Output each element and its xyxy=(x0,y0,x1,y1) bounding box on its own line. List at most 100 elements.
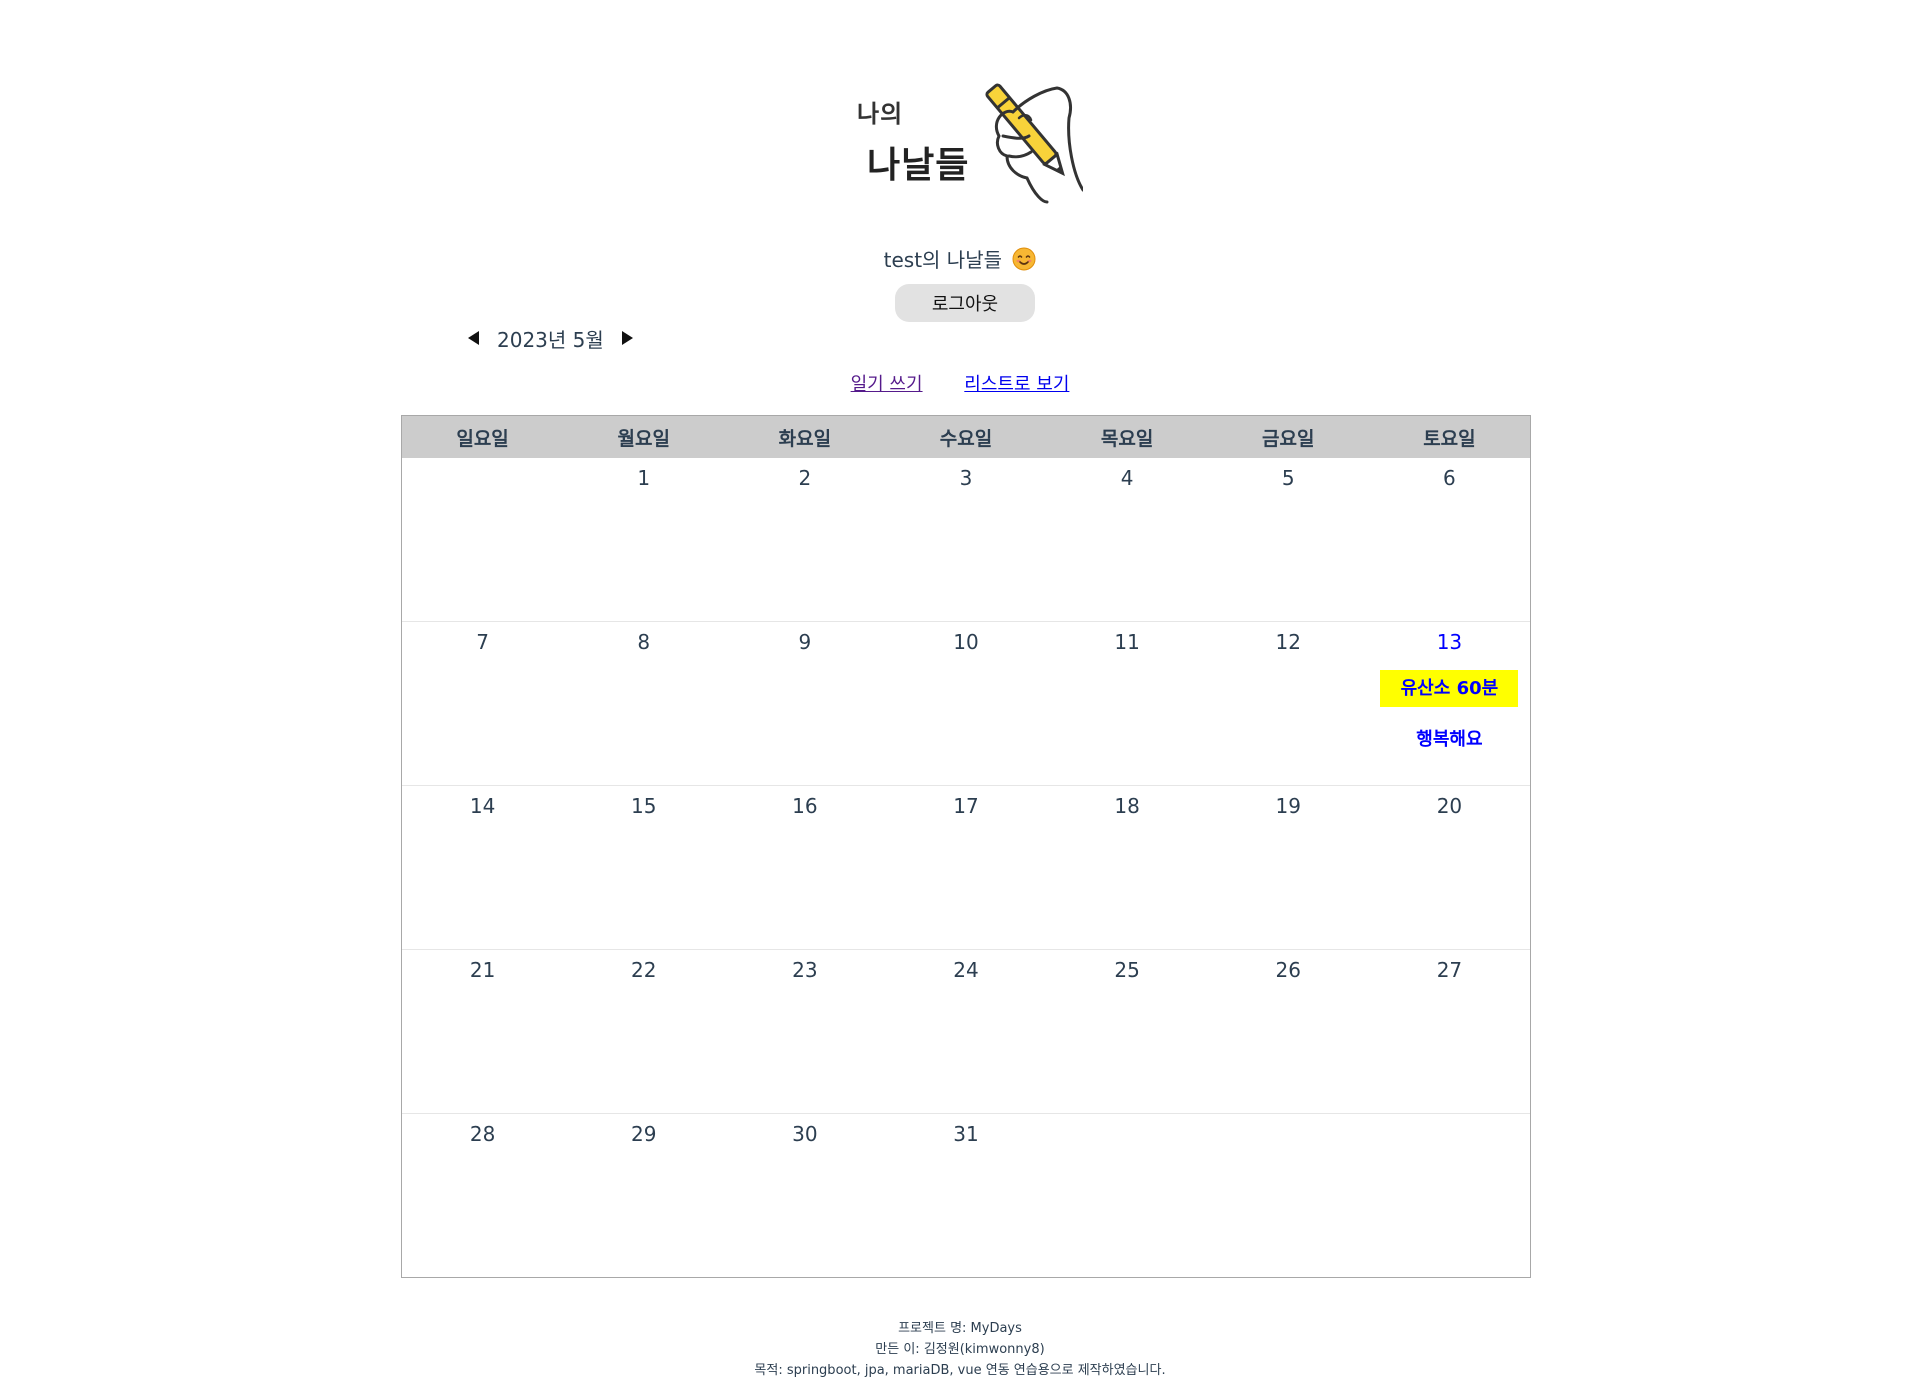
calendar-day-cell[interactable]: 27 xyxy=(1369,950,1530,1113)
month-navigation: 2023년 5월 xyxy=(468,322,633,354)
calendar-day-cell[interactable]: 11 xyxy=(1047,622,1208,785)
view-links: 일기 쓰기 리스트로 보기 xyxy=(0,370,1920,396)
calendar-day-cell[interactable]: 4 xyxy=(1047,458,1208,621)
calendar-day-cell[interactable]: 26 xyxy=(1208,950,1369,1113)
weekday-monday: 월요일 xyxy=(617,427,670,450)
calendar-week: 21 22 23 24 25 26 27 xyxy=(402,950,1530,1114)
day-number: 27 xyxy=(1436,958,1463,982)
footer-project-name: 프로젝트 명: MyDays xyxy=(898,1321,1022,1336)
day-number: 31 xyxy=(953,1122,979,1146)
day-number: 26 xyxy=(1275,958,1301,982)
weekday-friday: 금요일 xyxy=(1262,427,1315,450)
day-number: 10 xyxy=(953,630,979,654)
current-month-label: 2023년 5월 xyxy=(497,327,604,352)
day-number: 9 xyxy=(798,630,812,654)
calendar-day-cell[interactable]: 10 xyxy=(885,622,1046,785)
calendar-day-cell[interactable]: 8 xyxy=(563,622,724,785)
day-number: 21 xyxy=(469,958,496,982)
list-view-link[interactable]: 리스트로 보기 xyxy=(964,370,1069,396)
calendar-day-cell xyxy=(1208,1114,1369,1277)
calendar-day-cell[interactable]: 2 xyxy=(724,458,885,621)
hand-writing-pencil-icon xyxy=(985,83,1083,204)
day-number: 2 xyxy=(798,466,812,490)
day-number: 11 xyxy=(1114,630,1140,654)
triangle-left-icon[interactable] xyxy=(468,331,479,345)
app-logo: 나의 나날들 xyxy=(855,78,1085,208)
calendar-day-cell[interactable]: 20 xyxy=(1369,786,1530,949)
calendar-day-cell[interactable]: 3 xyxy=(885,458,1046,621)
calendar-day-cell[interactable]: 29 xyxy=(563,1114,724,1277)
calendar-day-cell[interactable]: 15 xyxy=(563,786,724,949)
day-number xyxy=(402,466,563,490)
calendar-week: 14 15 16 17 18 19 20 xyxy=(402,786,1530,950)
write-diary-link[interactable]: 일기 쓰기 xyxy=(851,370,923,396)
triangle-right-icon[interactable] xyxy=(621,331,633,345)
day-number: 3 xyxy=(959,466,973,490)
greeting-text: test의 나날들 xyxy=(883,248,1002,272)
calendar: 일요일 월요일 화요일 수요일 목요일 금요일 토요일 1 2 3 4 5 6 … xyxy=(401,415,1531,1278)
day-number: 6 xyxy=(1443,466,1456,490)
calendar-day-cell[interactable]: 16 xyxy=(724,786,885,949)
calendar-day-cell[interactable]: 14 xyxy=(402,786,563,949)
day-number: 30 xyxy=(792,1122,818,1146)
weekday-thursday: 목요일 xyxy=(1100,427,1154,450)
calendar-day-cell[interactable]: 24 xyxy=(885,950,1046,1113)
page: 나의 나날들 test의 나날들 로그아웃 2023년 5월 일기 쓰기 리스트… xyxy=(0,0,1920,1398)
day-number: 15 xyxy=(630,794,657,818)
day-number: 20 xyxy=(1436,794,1463,818)
calendar-day-cell[interactable]: 22 xyxy=(563,950,724,1113)
day-number xyxy=(1047,1122,1208,1146)
day-number: 18 xyxy=(1114,794,1140,818)
calendar-day-cell[interactable]: 9 xyxy=(724,622,885,785)
day-number: 23 xyxy=(792,958,818,982)
day-number: 5 xyxy=(1281,466,1295,490)
calendar-day-cell[interactable]: 28 xyxy=(402,1114,563,1277)
calendar-day-cell[interactable]: 31 xyxy=(885,1114,1046,1277)
footer: 프로젝트 명: MyDays 만든 이: 김정원(kimwonny8) 목적: … xyxy=(0,1318,1920,1381)
calendar-day-cell[interactable]: 6 xyxy=(1369,458,1530,621)
calendar-week: 28 29 30 31 xyxy=(402,1114,1530,1277)
calendar-day-cell[interactable]: 12 xyxy=(1208,622,1369,785)
day-number: 12 xyxy=(1275,630,1301,654)
calendar-day-cell[interactable]: 17 xyxy=(885,786,1046,949)
footer-author: 만든 이: 김정원(kimwonny8) xyxy=(875,1342,1045,1357)
calendar-day-cell[interactable]: 23 xyxy=(724,950,885,1113)
day-number: 24 xyxy=(953,958,979,982)
day-number: 4 xyxy=(1120,466,1134,490)
logout-button[interactable]: 로그아웃 xyxy=(895,284,1035,322)
calendar-week: 7 8 9 10 11 12 13 유산소 60분 행복해요 xyxy=(402,622,1530,786)
exercise-badge[interactable]: 유산소 60분 xyxy=(1380,670,1519,707)
weekday-wednesday: 수요일 xyxy=(939,427,993,450)
calendar-day-cell[interactable]: 18 xyxy=(1047,786,1208,949)
weekday-tuesday: 화요일 xyxy=(778,427,832,450)
calendar-day-cell[interactable]: 21 xyxy=(402,950,563,1113)
calendar-header: 일요일 월요일 화요일 수요일 목요일 금요일 토요일 xyxy=(402,416,1530,458)
footer-purpose: 목적: springboot, jpa, mariaDB, vue 연동 연습용… xyxy=(754,1363,1166,1378)
diary-entry-text[interactable]: 행복해요 xyxy=(1369,725,1530,751)
smiling-face-emoji-icon xyxy=(1012,247,1036,271)
day-number: 28 xyxy=(469,1122,496,1146)
calendar-day-cell[interactable]: 7 xyxy=(402,622,563,785)
day-number: 14 xyxy=(469,794,496,818)
weekday-saturday: 토요일 xyxy=(1423,427,1476,450)
day-number: 22 xyxy=(630,958,657,982)
day-number: 19 xyxy=(1275,794,1301,818)
day-number: 29 xyxy=(630,1122,657,1146)
calendar-day-cell[interactable]: 19 xyxy=(1208,786,1369,949)
calendar-day-cell xyxy=(402,458,563,621)
calendar-day-cell[interactable]: 1 xyxy=(563,458,724,621)
day-number: 7 xyxy=(476,630,489,654)
calendar-day-cell xyxy=(1369,1114,1530,1277)
calendar-day-cell[interactable]: 5 xyxy=(1208,458,1369,621)
calendar-day-cell xyxy=(1047,1114,1208,1277)
day-number xyxy=(1369,1122,1530,1146)
day-number: 25 xyxy=(1114,958,1140,982)
calendar-day-cell[interactable]: 25 xyxy=(1047,950,1208,1113)
calendar-day-cell[interactable]: 30 xyxy=(724,1114,885,1277)
day-number: 16 xyxy=(792,794,818,818)
logo-line-2: 나날들 xyxy=(867,145,970,186)
logo-line-1: 나의 xyxy=(857,100,904,128)
day-number: 13 xyxy=(1436,630,1463,654)
calendar-day-cell-with-entry[interactable]: 13 유산소 60분 행복해요 xyxy=(1369,622,1530,785)
calendar-week: 1 2 3 4 5 6 xyxy=(402,458,1530,622)
